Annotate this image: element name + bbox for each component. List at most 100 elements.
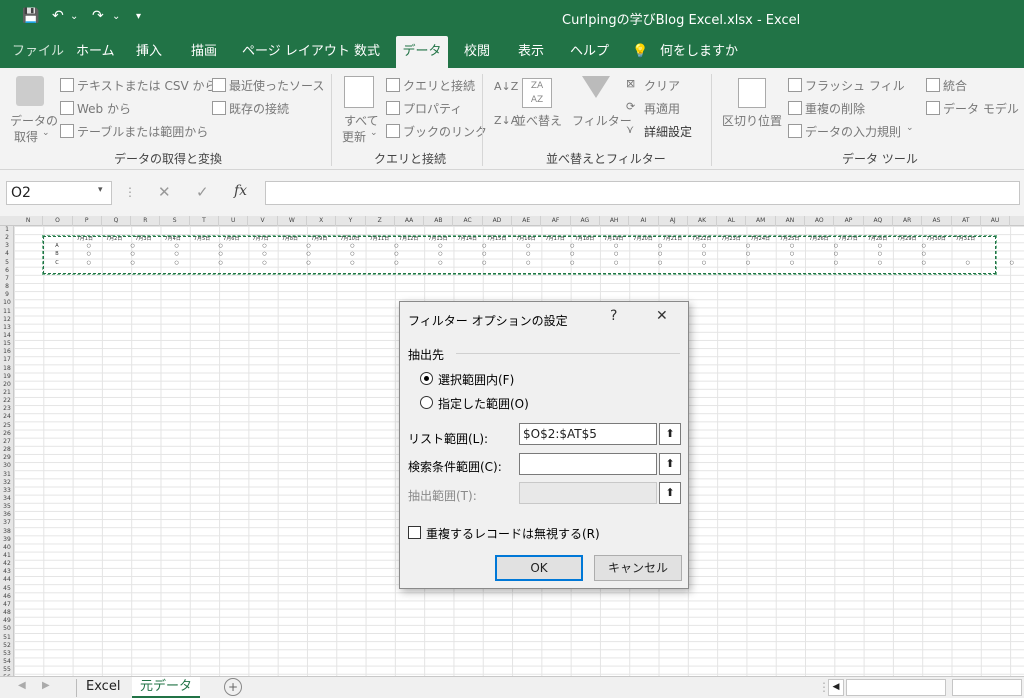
unique-records-checkbox[interactable] <box>408 526 421 539</box>
more-icon: ⋮ <box>124 185 136 199</box>
tab-view[interactable]: 表示 <box>518 36 544 68</box>
formula-input[interactable] <box>265 181 1020 205</box>
properties-icon <box>386 101 400 115</box>
unique-records-label[interactable]: 重複するレコードは無視する(R) <box>426 525 600 542</box>
cancel-button[interactable]: キャンセル <box>594 555 682 581</box>
advanced-button[interactable]: 詳細設定 <box>644 123 692 140</box>
existing-connections-button[interactable]: 既存の接続 <box>229 100 289 117</box>
get-data-label-1[interactable]: データの <box>10 112 58 129</box>
horizontal-scrollbar[interactable] <box>846 679 946 696</box>
insert-function-icon[interactable]: fx <box>234 183 247 199</box>
radio-copy-to[interactable] <box>420 396 433 409</box>
chevron-down-icon[interactable]: ▾ <box>98 185 103 195</box>
text-to-columns-button[interactable]: 区切り位置 <box>722 112 782 129</box>
chevron-down-icon: ⌄ <box>906 123 914 133</box>
redo-dropdown-icon[interactable]: ⌄ <box>112 11 120 22</box>
tab-draw[interactable]: 描画 <box>191 36 217 68</box>
from-table-button[interactable]: テーブルまたは範囲から <box>77 123 208 140</box>
group-queries: クエリと接続 <box>374 152 447 166</box>
list-range-input[interactable]: $O$2:$AT$5 <box>519 423 657 445</box>
web-icon <box>60 101 74 115</box>
properties-button[interactable]: プロパティ <box>403 100 462 117</box>
document-title: Curlpingの学びBlog Excel.xlsx - Excel <box>562 13 801 28</box>
tab-page-layout[interactable]: ページ レイアウト <box>242 36 350 68</box>
get-data-label-2[interactable]: 取得 <box>14 128 38 145</box>
filter-icon <box>582 76 610 98</box>
advanced-filter-icon: ⋎ <box>626 123 635 136</box>
from-web-button[interactable]: Web から <box>77 100 131 117</box>
group-get-transform: データの取得と変換 <box>114 152 223 166</box>
help-button[interactable]: ? <box>610 308 617 324</box>
cancel-icon[interactable]: ✕ <box>158 183 171 201</box>
collapse-dialog-icon[interactable]: ⬆ <box>659 423 681 445</box>
ok-button[interactable]: OK <box>495 555 583 581</box>
redo-icon[interactable]: ↷ <box>92 8 104 24</box>
text-file-icon <box>60 78 74 92</box>
clear-filter-icon: ⊠ <box>626 77 636 90</box>
next-sheet-icon[interactable]: ▶ <box>42 680 50 691</box>
tab-data[interactable]: データ <box>396 36 448 68</box>
reapply-button[interactable]: 再適用 <box>644 100 680 117</box>
add-sheet-icon[interactable]: + <box>224 678 242 696</box>
undo-dropdown-icon[interactable]: ⌄ <box>70 11 78 22</box>
flash-fill-button[interactable]: フラッシュ フィル <box>805 77 905 94</box>
prev-sheet-icon[interactable]: ◀ <box>18 680 26 691</box>
tab-review[interactable]: 校閲 <box>464 36 490 68</box>
undo-icon[interactable]: ↶ <box>52 8 64 24</box>
chevron-down-icon: ⌄ <box>370 128 378 138</box>
radio-in-place-label[interactable]: 選択範囲内(F) <box>438 371 514 388</box>
tab-help[interactable]: ヘルプ <box>570 36 609 68</box>
lightbulb-icon: 💡 <box>632 44 649 59</box>
check-icon[interactable]: ✓ <box>196 183 209 201</box>
sort-icon: ZA AZ <box>522 78 552 108</box>
copy-to-label: 抽出範囲(T): <box>408 489 477 503</box>
refresh-all-label-1[interactable]: すべて <box>344 112 379 129</box>
sheet-tab-source-data[interactable]: 元データ <box>132 677 200 698</box>
filter-button[interactable]: フィルター <box>572 112 632 129</box>
criteria-range-input[interactable] <box>519 453 657 475</box>
data-validation-button[interactable]: データの入力規則 <box>805 123 901 140</box>
tab-file[interactable]: ファイル <box>12 36 64 68</box>
radio-in-place[interactable] <box>420 372 433 385</box>
group-divider <box>331 74 332 166</box>
group-divider <box>482 74 483 166</box>
database-icon <box>16 76 44 106</box>
existing-connections-icon <box>212 101 226 115</box>
from-text-csv-button[interactable]: テキストまたは CSV から <box>77 77 216 94</box>
criteria-range-label: 検索条件範囲(C): <box>408 460 502 474</box>
edit-links-button[interactable]: ブックのリンク <box>403 123 487 140</box>
collapse-dialog-icon[interactable]: ⬆ <box>659 453 681 475</box>
dialog-title: フィルター オプションの設定 <box>408 314 568 328</box>
data-model-button[interactable]: データ モデル <box>943 100 1019 117</box>
save-icon[interactable]: 💾 <box>22 8 39 24</box>
sort-button[interactable]: 並べ替え <box>514 112 562 129</box>
recent-sources-button[interactable]: 最近使ったソース <box>229 77 324 94</box>
sheet-tab-excel[interactable]: Excel <box>86 677 120 698</box>
refresh-icon <box>344 76 374 108</box>
group-divider <box>711 74 712 166</box>
tab-home[interactable]: ホーム <box>76 36 115 68</box>
consolidate-button[interactable]: 統合 <box>943 77 967 94</box>
group-data-tools: データ ツール <box>842 152 918 166</box>
scroll-left-icon[interactable]: ◀ <box>828 679 844 696</box>
horizontal-scroll-track[interactable] <box>952 679 1022 696</box>
divider <box>76 679 77 697</box>
customize-qat-icon[interactable]: ▾ <box>136 11 141 22</box>
refresh-all-label-2[interactable]: 更新 <box>342 128 366 145</box>
text-to-columns-icon <box>738 78 766 108</box>
tab-insert[interactable]: 挿入 <box>136 36 162 68</box>
radio-copy-to-label[interactable]: 指定した範囲(O) <box>438 395 529 412</box>
remove-duplicates-button[interactable]: 重複の削除 <box>805 100 865 117</box>
data-validation-icon <box>788 124 802 138</box>
tell-me-search[interactable]: 何をしますか <box>660 36 738 68</box>
clear-button[interactable]: クリア <box>644 77 680 94</box>
tab-formulas[interactable]: 数式 <box>354 36 380 68</box>
data-model-icon <box>926 101 940 115</box>
formula-bar: O2 ▾ ⋮ ✕ ✓ fx <box>0 170 1024 216</box>
recent-sources-icon <box>212 78 226 92</box>
name-box[interactable]: O2 <box>6 181 112 205</box>
sort-az-icon[interactable]: A↓Z <box>494 80 518 93</box>
queries-connections-button[interactable]: クエリと接続 <box>403 77 475 94</box>
close-icon[interactable]: ✕ <box>656 308 668 324</box>
copy-to-input <box>519 482 657 504</box>
